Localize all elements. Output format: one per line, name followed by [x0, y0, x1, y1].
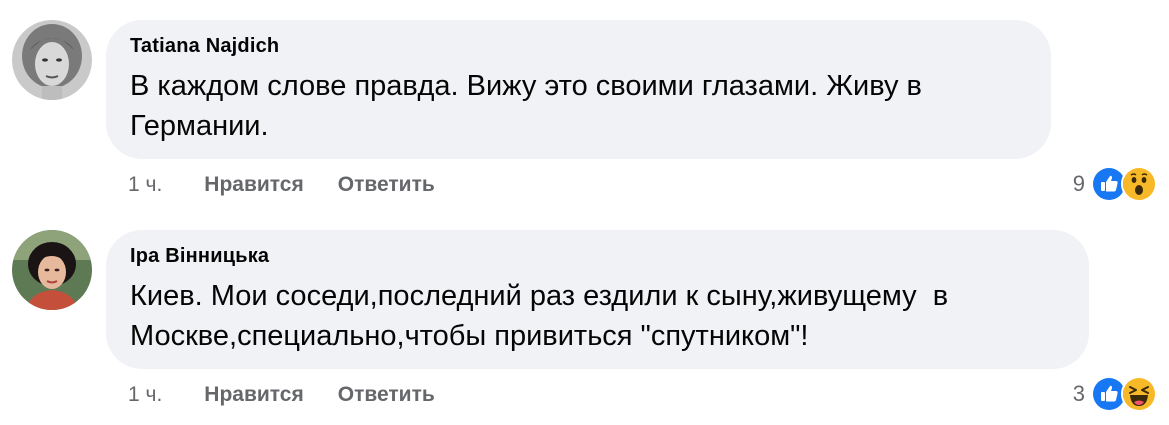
- reaction-count: 3: [1072, 381, 1085, 406]
- comment-timestamp[interactable]: 1 ч.: [128, 383, 162, 407]
- haha-icon: [1121, 376, 1157, 412]
- comment-bubble: Іра Вінницька Киев. Мои соседи,последний…: [106, 230, 1089, 369]
- comment-bubble: Tatiana Najdich В каждом слове правда. В…: [106, 20, 1051, 159]
- comment-actions: 1 ч. Нравится Ответить: [128, 380, 435, 410]
- reactions-summary[interactable]: 9: [1073, 166, 1157, 202]
- reply-button[interactable]: Ответить: [338, 383, 435, 407]
- comment-actions: 1 ч. Нравится Ответить: [128, 170, 435, 200]
- reaction-count: 9: [1072, 171, 1085, 196]
- avatar[interactable]: [12, 230, 92, 310]
- like-button[interactable]: Нравится: [204, 173, 303, 197]
- comment: Іра Вінницька Киев. Мои соседи,последний…: [0, 210, 1169, 425]
- like-button[interactable]: Нравится: [204, 383, 303, 407]
- reactions-summary[interactable]: 3: [1073, 376, 1157, 412]
- comment: Tatiana Najdich В каждом слове правда. В…: [0, 0, 1169, 210]
- reply-button[interactable]: Ответить: [338, 173, 435, 197]
- comment-text: В каждом слове правда. Вижу это своими г…: [130, 70, 922, 142]
- comment-timestamp[interactable]: 1 ч.: [128, 173, 162, 197]
- wow-icon: [1121, 166, 1157, 202]
- comment-author[interactable]: Tatiana Najdich: [130, 34, 1025, 58]
- comment-author[interactable]: Іра Вінницька: [130, 244, 1063, 268]
- avatar[interactable]: [12, 20, 92, 100]
- comment-text: Киев. Мои соседи,последний раз ездили к …: [130, 280, 949, 352]
